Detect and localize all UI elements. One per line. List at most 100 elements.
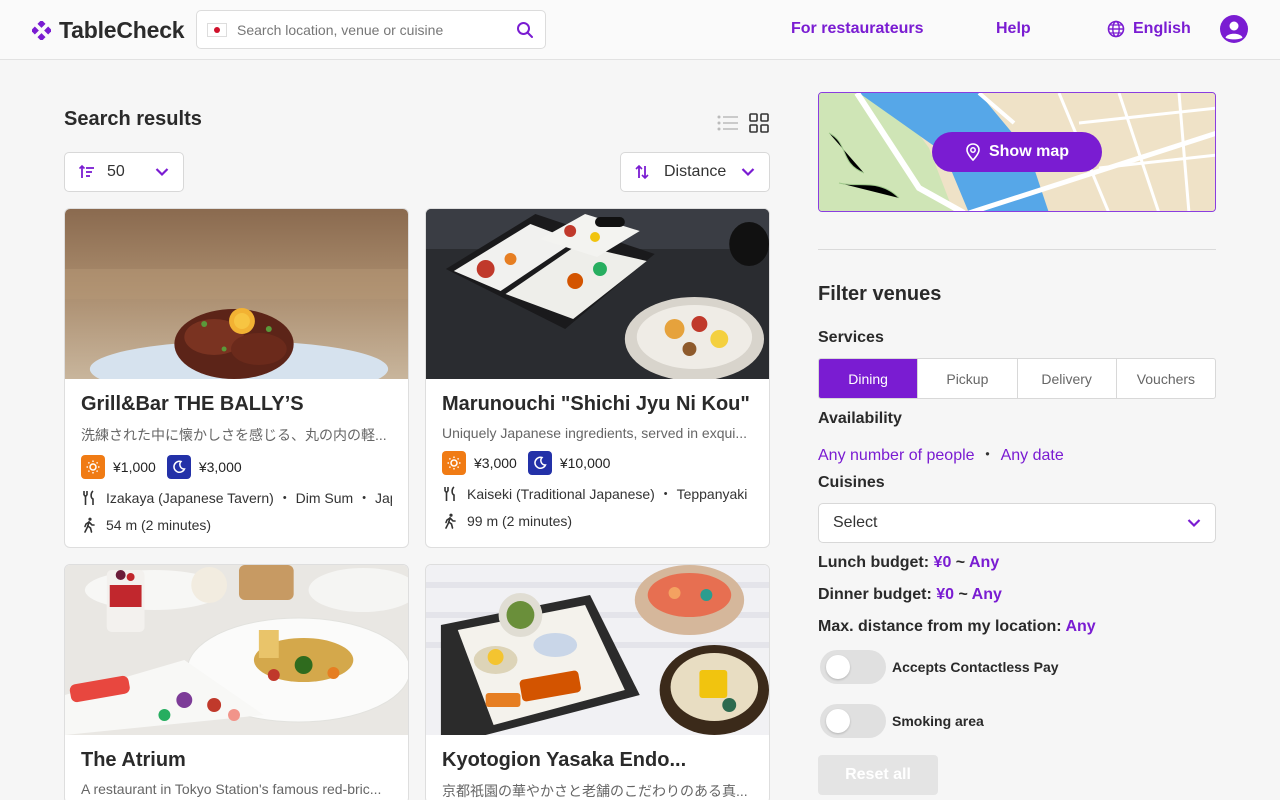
sort-value: Distance	[664, 163, 727, 180]
language-selector[interactable]: English	[1107, 20, 1191, 38]
max-distance[interactable]: Max. distance from my location: Any	[818, 618, 1096, 636]
help-link[interactable]: Help	[996, 20, 1031, 38]
dinner-moon-icon	[166, 455, 191, 479]
dinner-budget[interactable]: Dinner budget: ¥0 ~ Any	[818, 586, 1002, 604]
cuisine-row: Izakaya (Japanese Tavern) ・ Dim Sum ・ Ja…	[81, 488, 392, 508]
smoking-area-label: Smoking area	[892, 713, 984, 729]
service-tab-pickup[interactable]: Pickup	[917, 359, 1016, 398]
service-tab-delivery[interactable]: Delivery	[1016, 359, 1116, 398]
language-label: English	[1133, 20, 1191, 37]
dinner-price: ¥3,000	[198, 459, 242, 475]
for-restaurateurs-link[interactable]: For restaurateurs	[791, 20, 924, 38]
grid-view-icon[interactable]	[749, 113, 769, 133]
lunch-budget-min: ¥0	[933, 554, 952, 571]
search-input[interactable]	[237, 21, 515, 38]
services-label: Services	[818, 329, 884, 346]
reset-all-button[interactable]: Reset all	[818, 755, 938, 795]
price-row: ¥1,000 ¥3,000	[81, 455, 392, 479]
cuisines-label: Cuisines	[818, 474, 885, 491]
walking-icon	[84, 517, 95, 533]
contactless-pay-toggle[interactable]	[820, 650, 886, 684]
show-map-button[interactable]: Show map	[932, 132, 1102, 172]
lunch-sun-icon	[81, 455, 105, 479]
fork-knife-icon	[83, 490, 94, 505]
filter-venues-title: Filter venues	[818, 283, 942, 305]
lunch-budget-label: Lunch budget:	[818, 554, 930, 571]
venue-name[interactable]: The Atrium	[81, 749, 392, 772]
venue-photo	[426, 209, 769, 379]
walking-icon	[445, 513, 456, 529]
globe-icon	[1107, 20, 1125, 38]
walking-distance: 54 m (2 minutes)	[106, 517, 212, 533]
venue-card[interactable]: Kyotogion Yasaka Endo... 京都祇園の華やかさと老舗のこだ…	[425, 564, 770, 800]
list-view-icon[interactable]	[717, 113, 739, 133]
search-results-title: Search results	[64, 108, 202, 130]
lunch-budget-max: Any	[969, 554, 1000, 571]
cuisine-row: Kaiseki (Traditional Japanese) ・ Teppany…	[442, 484, 753, 504]
venue-card[interactable]: The Atrium A restaurant in Tokyo Station…	[64, 564, 409, 800]
price-row: ¥3,000 ¥10,000	[442, 451, 753, 475]
availability-values: Any number of people ・ Any date	[818, 441, 1064, 465]
lunch-price: ¥1,000	[113, 459, 156, 475]
sort-dropdown[interactable]: Distance	[620, 152, 770, 192]
smoking-area-filter: Smoking area	[820, 704, 984, 738]
lunch-price: ¥3,000	[474, 455, 517, 471]
dinner-budget-min: ¥0	[936, 586, 955, 603]
brand-name: TableCheck	[59, 17, 185, 43]
chevron-down-icon	[155, 168, 169, 177]
contactless-pay-label: Accepts Contactless Pay	[892, 659, 1059, 675]
sort-lines-icon	[79, 164, 94, 178]
search-icon[interactable]	[515, 20, 535, 40]
max-distance-label: Max. distance from my location:	[818, 618, 1062, 635]
range-tilde: ~	[958, 586, 968, 603]
contactless-pay-filter: Accepts Contactless Pay	[820, 650, 1059, 684]
cuisine-list: Kaiseki (Traditional Japanese) ・ Teppany…	[467, 486, 748, 502]
results-per-page-dropdown[interactable]: 50	[64, 152, 184, 192]
date-link[interactable]: Any date	[1001, 447, 1064, 464]
sidebar-divider	[818, 249, 1216, 250]
venue-photo	[65, 565, 408, 735]
distance-row: 54 m (2 minutes)	[81, 517, 392, 533]
distance-row: 99 m (2 minutes)	[442, 513, 753, 529]
tablecheck-logo[interactable]: TableCheck	[32, 17, 185, 44]
logo-icon	[32, 21, 51, 40]
party-size-link[interactable]: Any number of people	[818, 447, 975, 464]
max-distance-value: Any	[1065, 618, 1096, 635]
fork-knife-icon	[444, 486, 455, 501]
venue-photo	[426, 565, 769, 735]
search-bar	[196, 10, 546, 49]
lunch-budget[interactable]: Lunch budget: ¥0 ~ Any	[818, 554, 999, 572]
user-avatar-icon[interactable]	[1220, 15, 1248, 43]
dinner-budget-label: Dinner budget:	[818, 586, 932, 603]
per-page-value: 50	[107, 163, 125, 180]
separator-dot: ・	[979, 447, 996, 464]
venue-name[interactable]: Grill&Bar THE BALLY’S	[81, 393, 392, 416]
range-tilde: ~	[955, 554, 966, 571]
top-header: TableCheck For restaurateurs Help Englis…	[0, 0, 1280, 60]
venue-photo	[65, 209, 408, 379]
map-pin-icon	[966, 143, 980, 161]
dinner-price: ¥10,000	[559, 455, 611, 471]
availability-label: Availability	[818, 410, 902, 427]
venue-description: A restaurant in Tokyo Station's famous r…	[81, 781, 382, 797]
show-map-label: Show map	[988, 143, 1069, 160]
walking-distance: 99 m (2 minutes)	[467, 513, 573, 529]
cuisine-list: Izakaya (Japanese Tavern) ・ Dim Sum ・ Ja…	[106, 490, 392, 506]
japan-flag-icon[interactable]	[207, 22, 227, 37]
cuisine-select[interactable]: Select	[818, 503, 1216, 543]
cuisine-select-value: Select	[833, 514, 878, 531]
dinner-budget-max: Any	[971, 586, 1002, 603]
venue-description: 洗練された中に懐かしさを感じる、丸の内の軽...	[81, 427, 387, 443]
venue-card[interactable]: Grill&Bar THE BALLY’S 洗練された中に懐かしさを感じる、丸の…	[64, 208, 409, 548]
venue-name[interactable]: Marunouchi "Shichi Jyu Ni Kou"	[442, 393, 753, 416]
smoking-area-toggle[interactable]	[820, 704, 886, 738]
venue-description: Uniquely Japanese ingredients, served in…	[442, 425, 748, 441]
dinner-moon-icon	[527, 451, 552, 475]
venue-card[interactable]: Marunouchi "Shichi Jyu Ni Kou" Uniquely …	[425, 208, 770, 548]
venue-description: 京都祇園の華やかさと老舗のこだわりのある真...	[442, 783, 748, 799]
venue-name[interactable]: Kyotogion Yasaka Endo...	[442, 749, 753, 772]
service-tab-vouchers[interactable]: Vouchers	[1115, 359, 1215, 398]
service-tab-dining[interactable]: Dining	[819, 359, 918, 398]
lunch-sun-icon	[442, 451, 466, 475]
chevron-down-icon	[741, 168, 755, 177]
